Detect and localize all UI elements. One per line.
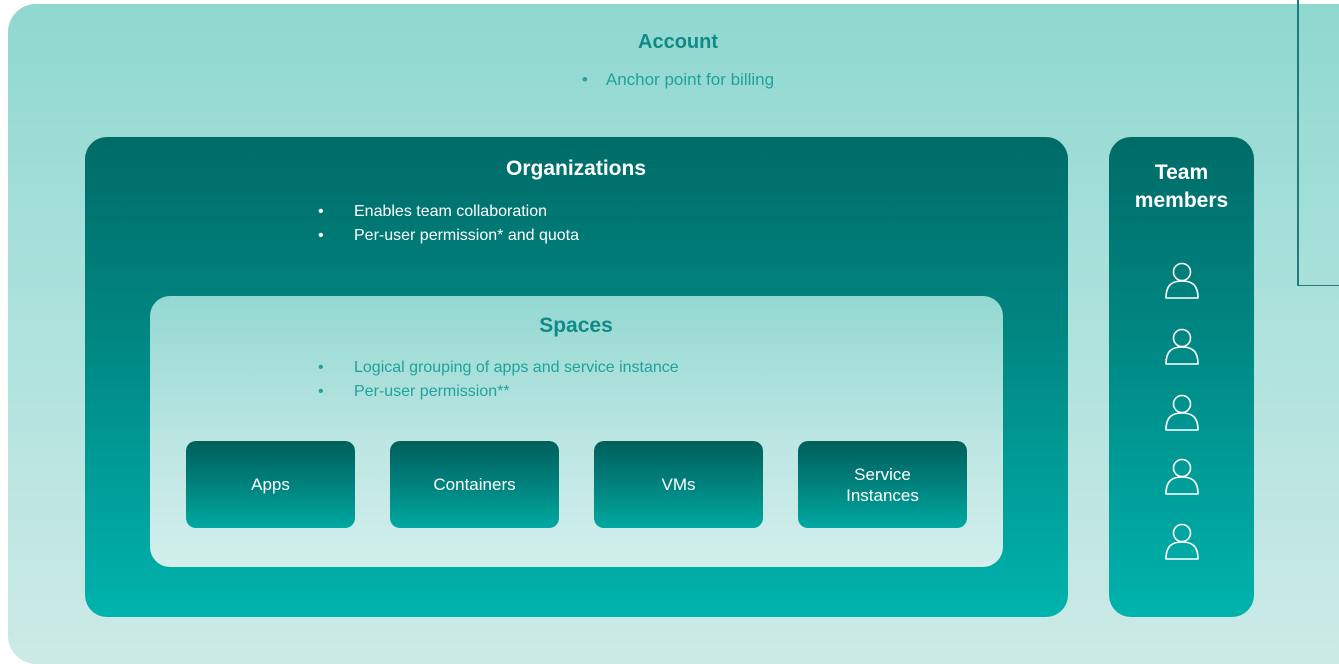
person-icon (1165, 328, 1199, 365)
person-icon (1165, 523, 1199, 560)
apps-box: Apps (186, 441, 355, 528)
team-members-title-text: Team members (1134, 161, 1229, 212)
side-frame-border-bottom (1297, 284, 1339, 286)
account-bullet-text: Anchor point for billing (605, 70, 775, 89)
spaces-bullet: • Per-user permission** (318, 380, 679, 404)
person-icon (1165, 262, 1199, 299)
bullet-dot: • (318, 227, 324, 244)
organizations-title: Organizations (505, 157, 647, 180)
side-frame-border-left (1297, 0, 1299, 286)
person-icon (1165, 394, 1199, 431)
team-members-title: Team members (1109, 159, 1254, 215)
spaces-title: Spaces (539, 314, 613, 337)
bullet-dot: • (318, 359, 324, 376)
organizations-bullet: • Per-user permission* and quota (318, 224, 579, 248)
person-icon (1165, 458, 1199, 495)
vms-box: VMs (594, 441, 763, 528)
spaces-bullet-text: Logical grouping of apps and service ins… (354, 359, 679, 376)
account-bullet: • Anchor point for billing (0, 70, 1339, 90)
bullet-dot: • (318, 383, 324, 400)
spaces-bullet: • Logical grouping of apps and service in… (318, 356, 679, 380)
containers-box: Containers (390, 441, 559, 528)
organizations-bullet-text: Enables team collaboration (354, 203, 548, 220)
bullet-dot: • (318, 203, 324, 220)
spaces-bullet-text: Per-user permission** (354, 383, 510, 400)
organizations-bullet: • Enables team collaboration (318, 200, 579, 224)
side-frame (1297, 0, 1339, 286)
apps-label: Apps (251, 475, 290, 494)
organizations-bullet-text: Per-user permission* and quota (354, 227, 580, 244)
vms-label: VMs (661, 475, 696, 494)
organizations-bullets: • Enables team collaboration • Per-user pe… (318, 200, 579, 248)
spaces-bullets: • Logical grouping of apps and service in… (318, 356, 679, 404)
containers-label: Containers (433, 475, 516, 494)
account-title: Account (638, 31, 718, 53)
service-instances-label: Service Instances (846, 464, 919, 505)
bullet-dot: • (581, 70, 588, 89)
service-instances-box: Service Instances (798, 441, 967, 528)
